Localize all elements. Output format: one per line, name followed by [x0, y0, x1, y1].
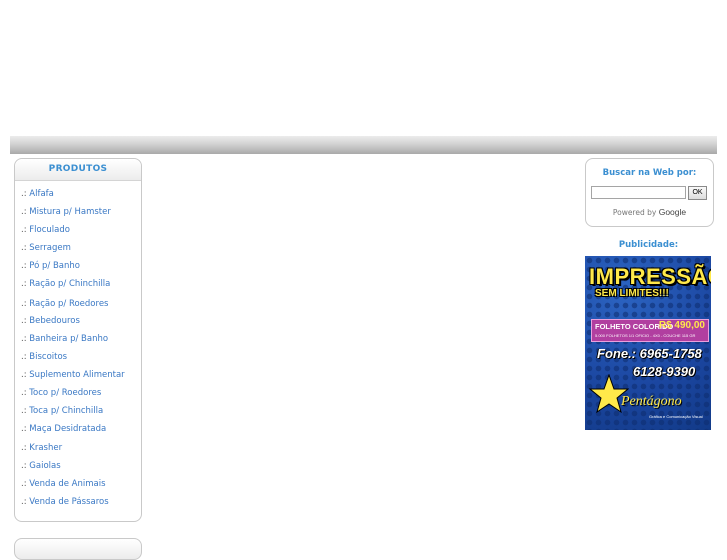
menu-item-label[interactable]: Pó p/ Banho: [29, 261, 80, 271]
menu-item-maca-desidratada[interactable]: .: Maça Desidratada: [21, 424, 106, 434]
menu-item-label[interactable]: Alfafa: [29, 189, 54, 199]
menu-item-label[interactable]: Banheira p/ Banho: [29, 334, 108, 344]
menu-item-label[interactable]: Biscoitos: [29, 352, 67, 362]
menu-item-label[interactable]: Suplemento Alimentar: [29, 370, 124, 380]
search-title: Buscar na Web por:: [602, 168, 697, 178]
menu-item-alfafa[interactable]: .: Alfafa: [21, 189, 54, 199]
menu-item-po-banho[interactable]: .: Pó p/ Banho: [21, 261, 80, 271]
menu-item-label[interactable]: Krasher: [29, 443, 62, 453]
banner-offer-strip: FOLHETO COLORIDO R$ 490,00 5.000 FOLHETO…: [591, 319, 709, 342]
ad-banner[interactable]: IMPRESSÃO SEM LIMITES!!! FOLHETO COLORID…: [585, 256, 711, 430]
powered-by-google: Powered by Google: [586, 207, 713, 217]
banner-brand-logo: Pentágono: [621, 394, 682, 409]
menu-item-biscoitos[interactable]: .: Biscoitos: [21, 352, 67, 362]
menu-item-label[interactable]: Serragem: [29, 243, 71, 253]
menu-item-label[interactable]: Toca p/ Chinchilla: [29, 406, 103, 416]
menu-item-bebedouros[interactable]: .: Bebedouros: [21, 316, 80, 326]
offer-fineprint: 5.000 FOLHETOS 1/1 OFICIO - 4X0 - COUCHE…: [595, 333, 696, 338]
advertising-label: Publicidade:: [618, 240, 679, 250]
menu-item-venda-animais[interactable]: .: Venda de Animais: [21, 479, 106, 489]
secondary-menu-box: [14, 538, 142, 560]
menu-item-floculado[interactable]: .: Floculado: [21, 225, 70, 235]
offer-price: R$ 490,00: [658, 320, 705, 331]
google-logo: Google: [658, 207, 687, 217]
menu-item-label[interactable]: Bebedouros: [29, 316, 80, 326]
menu-item-banheira-banho[interactable]: .: Banheira p/ Banho: [21, 334, 108, 344]
menu-item-toco-roedores[interactable]: .: Toco p/ Roedores: [21, 388, 101, 398]
menu-item-label[interactable]: Ração p/ Roedores: [29, 299, 108, 309]
menu-item-label[interactable]: Maça Desidratada: [29, 424, 106, 434]
search-ok-button[interactable]: OK: [688, 186, 707, 200]
menu-item-label[interactable]: Gaiolas: [29, 461, 60, 471]
banner-subheadline: SEM LIMITES!!!: [595, 288, 669, 299]
menu-item-krasher[interactable]: .: Krasher: [21, 443, 62, 453]
products-menu: PRODUTOS .: Alfafa .: Mistura p/ Hamster…: [14, 158, 142, 522]
menu-item-label[interactable]: Toco p/ Roedores: [29, 388, 101, 398]
search-input[interactable]: [591, 186, 686, 199]
banner-phone-1: Fone.: 6965-1758: [597, 346, 702, 361]
menu-item-mistura-hamster[interactable]: .: Mistura p/ Hamster: [21, 207, 111, 217]
menu-item-gaiolas[interactable]: .: Gaiolas: [21, 461, 61, 471]
menu-item-label[interactable]: Mistura p/ Hamster: [29, 207, 111, 217]
menu-item-label[interactable]: Venda de Animais: [29, 479, 105, 489]
menu-item-label[interactable]: Venda de Pássaros: [29, 497, 108, 507]
banner-brand-sub: Gráfica e Comunicação Visual: [649, 414, 703, 419]
header-gradient-bar: [10, 136, 717, 154]
menu-item-serragem[interactable]: .: Serragem: [21, 243, 71, 253]
menu-item-label[interactable]: Floculado: [29, 225, 70, 235]
products-menu-title: PRODUTOS: [15, 159, 141, 181]
web-search-box: Buscar na Web por: OK Powered by Google: [585, 158, 714, 227]
banner-phone-2: 6128-9390: [633, 364, 696, 379]
menu-item-suplemento[interactable]: .: Suplemento Alimentar: [21, 370, 125, 380]
powered-by-label: Powered by: [612, 208, 657, 217]
menu-item-toca-chinchilla[interactable]: .: Toca p/ Chinchilla: [21, 406, 103, 416]
menu-item-racao-chinchilla[interactable]: .: Ração p/ Chinchilla: [21, 279, 110, 289]
menu-item-racao-roedores[interactable]: .: Ração p/ Roedores: [21, 299, 108, 309]
menu-item-venda-passaros[interactable]: .: Venda de Pássaros: [21, 497, 109, 507]
banner-headline: IMPRESSÃO: [589, 264, 711, 289]
menu-item-label[interactable]: Ração p/ Chinchilla: [29, 279, 110, 289]
